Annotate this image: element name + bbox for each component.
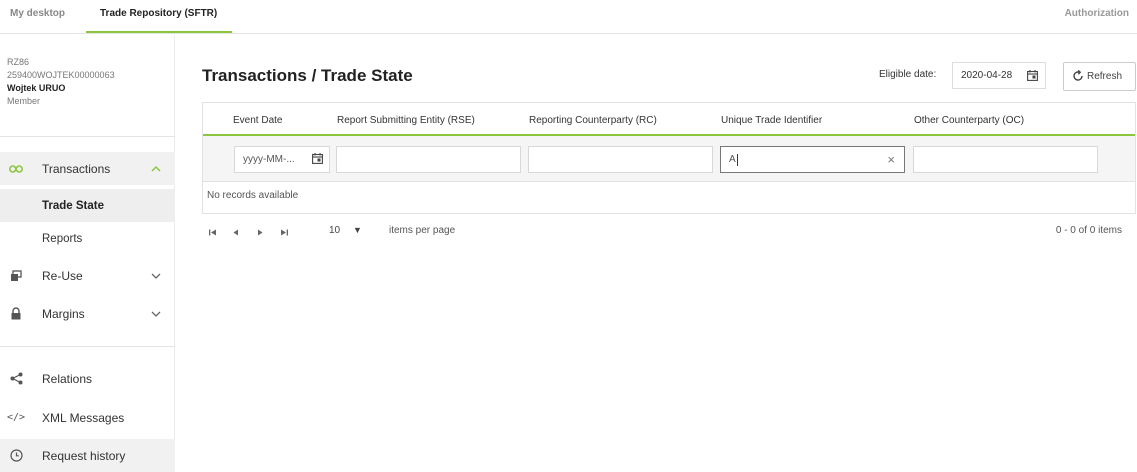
sidebar-item-label: Trade State [42, 199, 104, 212]
sidebar-item-xml-messages[interactable]: </> XML Messages [0, 401, 175, 434]
last-page-button[interactable] [277, 225, 291, 239]
eligible-date-label: Eligible date: [879, 69, 937, 80]
eligible-date-input[interactable]: 2020-04-28 [952, 62, 1046, 89]
previous-page-button[interactable] [229, 225, 243, 239]
lock-icon [9, 307, 23, 321]
clear-icon[interactable]: × [887, 152, 895, 167]
copy-icon [9, 269, 23, 283]
member-name: Wojtek URUO [7, 83, 66, 93]
tab-my-desktop[interactable]: My desktop [10, 8, 65, 19]
page-size-select[interactable]: 10 ▼ [319, 222, 372, 241]
rse-filter-input[interactable] [336, 146, 521, 173]
refresh-button[interactable]: Refresh [1063, 62, 1136, 91]
clock-icon [9, 449, 23, 463]
uti-filter-input[interactable]: A × [720, 146, 905, 173]
chevron-down-icon [150, 270, 162, 282]
sidebar-item-margins[interactable]: Margins [0, 297, 175, 330]
member-info: RZ86 259400WOJTEK00000063 Wojtek URUO Me… [7, 56, 115, 108]
top-navigation: My desktop Trade Repository (SFTR) Autho… [0, 0, 1137, 34]
column-header-event-date[interactable]: Event Date [233, 115, 282, 126]
link-icon [9, 162, 23, 176]
pager: 10 ▼ items per page 0 - 0 of 0 items [202, 222, 1136, 242]
chevron-up-icon [150, 163, 162, 175]
code-icon: </> [6, 412, 26, 423]
calendar-icon[interactable] [312, 153, 323, 164]
sidebar-item-reports[interactable]: Reports [0, 222, 175, 255]
event-date-placeholder: yyyy-MM-... [243, 154, 295, 165]
sidebar-item-label: Margins [42, 306, 85, 321]
filter-row: yyyy-MM-... A × [203, 136, 1135, 182]
share-icon [9, 372, 23, 386]
first-page-button[interactable] [205, 225, 219, 239]
dropdown-arrow-icon: ▼ [353, 225, 362, 235]
sidebar-item-reuse[interactable]: Re-Use [0, 259, 175, 292]
column-header-uti[interactable]: Unique Trade Identifier [721, 115, 822, 126]
page-title: Transactions / Trade State [202, 66, 413, 85]
calendar-icon[interactable] [1027, 70, 1038, 81]
refresh-icon [1072, 70, 1084, 82]
eligible-date-value: 2020-04-28 [961, 70, 1013, 81]
sidebar-item-relations[interactable]: Relations [0, 362, 175, 395]
member-lei: 259400WOJTEK00000063 [7, 70, 115, 80]
event-date-filter[interactable]: yyyy-MM-... [234, 146, 330, 173]
column-header-rse[interactable]: Report Submitting Entity (RSE) [337, 115, 475, 126]
main-panel: Transactions / Trade State Eligible date… [192, 50, 1137, 472]
next-page-button[interactable] [253, 225, 267, 239]
authorization-link[interactable]: Authorization [1065, 8, 1129, 19]
uti-filter-value: A [729, 154, 736, 165]
member-code: RZ86 [7, 57, 30, 67]
column-header-oc[interactable]: Other Counterparty (OC) [914, 115, 1024, 126]
active-tab-indicator [86, 31, 232, 33]
sidebar-item-trade-state[interactable]: Trade State [0, 189, 175, 222]
text-cursor [736, 153, 738, 166]
pager-info: 0 - 0 of 0 items [1055, 225, 1122, 236]
sidebar-item-label: Transactions [42, 161, 111, 176]
sidebar-divider [0, 136, 175, 137]
transactions-grid: Event Date Report Submitting Entity (RSE… [202, 102, 1136, 214]
refresh-label: Refresh [1087, 71, 1123, 82]
sidebar-item-label: Relations [42, 371, 93, 386]
page-size-value: 10 [329, 225, 341, 236]
sidebar-item-label: Reports [42, 232, 83, 245]
sidebar-item-transactions[interactable]: Transactions [0, 152, 175, 185]
member-role: Member [7, 96, 41, 106]
tab-trade-repository[interactable]: Trade Repository (SFTR) [100, 8, 217, 19]
sidebar-item-label: XML Messages [42, 410, 125, 425]
rc-filter-input[interactable] [528, 146, 713, 173]
sidebar-item-label: Request history [42, 448, 126, 463]
sidebar-item-label: Re-Use [42, 268, 83, 283]
sidebar-item-request-history[interactable]: Request history [0, 439, 175, 472]
no-records-message: No records available [207, 190, 299, 201]
grid-header: Event Date Report Submitting Entity (RSE… [203, 103, 1135, 136]
column-header-rc[interactable]: Reporting Counterparty (RC) [529, 115, 657, 126]
chevron-down-icon [150, 308, 162, 320]
items-per-page-label: items per page [389, 225, 456, 236]
sidebar: RZ86 259400WOJTEK00000063 Wojtek URUO Me… [0, 35, 175, 472]
oc-filter-input[interactable] [913, 146, 1098, 173]
sidebar-divider [0, 346, 175, 347]
